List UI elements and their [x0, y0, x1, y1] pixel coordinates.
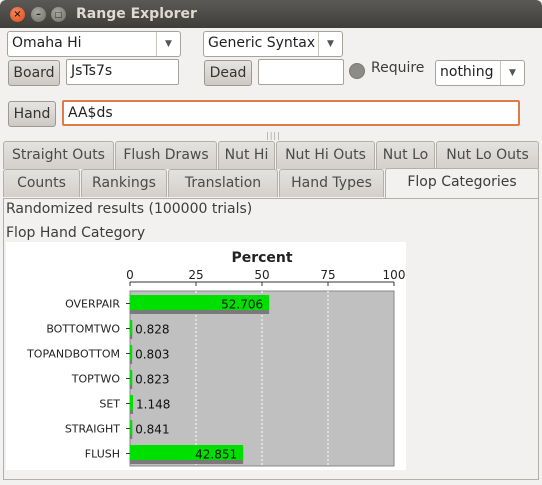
- data-label: 52.706: [221, 298, 263, 312]
- tab-flush-draws[interactable]: Flush Draws: [115, 141, 217, 169]
- bar: [130, 420, 133, 435]
- category-label: TOPTWO: [71, 373, 121, 386]
- tab-translation[interactable]: Translation: [168, 169, 278, 197]
- category-label: BOTTOMTWO: [46, 323, 120, 336]
- chevron-down-icon: ▼: [318, 32, 342, 56]
- require-label: Require: [371, 60, 425, 76]
- tab-nut-hi-outs[interactable]: Nut Hi Outs: [276, 141, 375, 169]
- dead-field[interactable]: [258, 59, 344, 85]
- data-label: 0.828: [135, 323, 169, 337]
- data-label: 1.148: [136, 398, 170, 412]
- tab-nut-lo-outs[interactable]: Nut Lo Outs: [436, 141, 539, 169]
- category-label: OVERPAIR: [65, 298, 120, 311]
- board-field[interactable]: JsTs7s: [66, 59, 179, 85]
- dead-button[interactable]: Dead: [204, 60, 252, 86]
- category-label: STRAIGHT: [65, 423, 120, 436]
- results-summary: Randomized results (100000 trials): [6, 201, 253, 217]
- x-tick-label: 75: [320, 268, 335, 282]
- syntax-select[interactable]: Generic Syntax ▼: [203, 31, 343, 57]
- category-label: TOPANDBOTTOM: [26, 348, 120, 361]
- chevron-down-icon: ▼: [500, 61, 524, 85]
- splitter-handle[interactable]: ||||: [266, 131, 281, 140]
- hand-field[interactable]: AA$ds: [62, 100, 520, 126]
- data-label: 0.841: [135, 423, 169, 437]
- category-label: FLUSH: [85, 448, 120, 461]
- section-title: Flop Hand Category: [6, 225, 146, 241]
- tab-flop-categories[interactable]: Flop Categories: [385, 168, 539, 198]
- bar-chart-svg: Percent 0 25 50 75 100 OVERPAIR 52.706 BOTTOMTWO…: [26, 250, 406, 467]
- require-select[interactable]: nothing ▼: [435, 60, 525, 86]
- tab-counts[interactable]: Counts: [3, 169, 80, 197]
- maximize-icon[interactable]: □: [51, 7, 66, 22]
- tab-nut-lo[interactable]: Nut Lo: [376, 141, 435, 169]
- data-label: 42.851: [195, 448, 237, 462]
- bar: [130, 320, 133, 335]
- data-label: 0.823: [135, 373, 169, 387]
- require-select-value: nothing: [440, 64, 494, 80]
- board-button[interactable]: Board: [8, 60, 60, 86]
- bar: [130, 370, 133, 385]
- category-label: SET: [99, 398, 120, 411]
- chart-title: Percent: [231, 250, 292, 266]
- require-radio[interactable]: [349, 63, 365, 79]
- hand-button[interactable]: Hand: [8, 101, 56, 127]
- title-bar: × – □ Range Explorer: [0, 0, 542, 28]
- data-label: 0.803: [135, 348, 169, 362]
- game-select-value: Omaha Hi: [12, 35, 82, 51]
- bar: [130, 395, 134, 410]
- tab-hand-types[interactable]: Hand Types: [279, 169, 384, 197]
- chevron-down-icon: ▼: [156, 32, 180, 56]
- close-icon[interactable]: ×: [10, 7, 25, 22]
- tab-nut-hi[interactable]: Nut Hi: [218, 141, 275, 169]
- board-field-value: JsTs7s: [71, 63, 113, 79]
- hand-field-value: AA$ds: [68, 105, 113, 121]
- tab-straight-outs[interactable]: Straight Outs: [3, 141, 114, 169]
- flop-category-chart: Percent 0 25 50 75 100 OVERPAIR 52.706 BOTTOMTWO…: [6, 242, 406, 470]
- bar: [130, 345, 133, 360]
- game-select[interactable]: Omaha Hi ▼: [7, 31, 181, 57]
- x-tick-label: 0: [126, 268, 134, 282]
- x-tick-label: 100: [383, 268, 406, 282]
- window-title: Range Explorer: [76, 6, 197, 22]
- tab-rankings[interactable]: Rankings: [81, 169, 167, 197]
- minimize-icon[interactable]: –: [31, 7, 46, 22]
- x-tick-label: 25: [188, 268, 203, 282]
- syntax-select-value: Generic Syntax: [208, 35, 316, 51]
- x-tick-label: 50: [254, 268, 269, 282]
